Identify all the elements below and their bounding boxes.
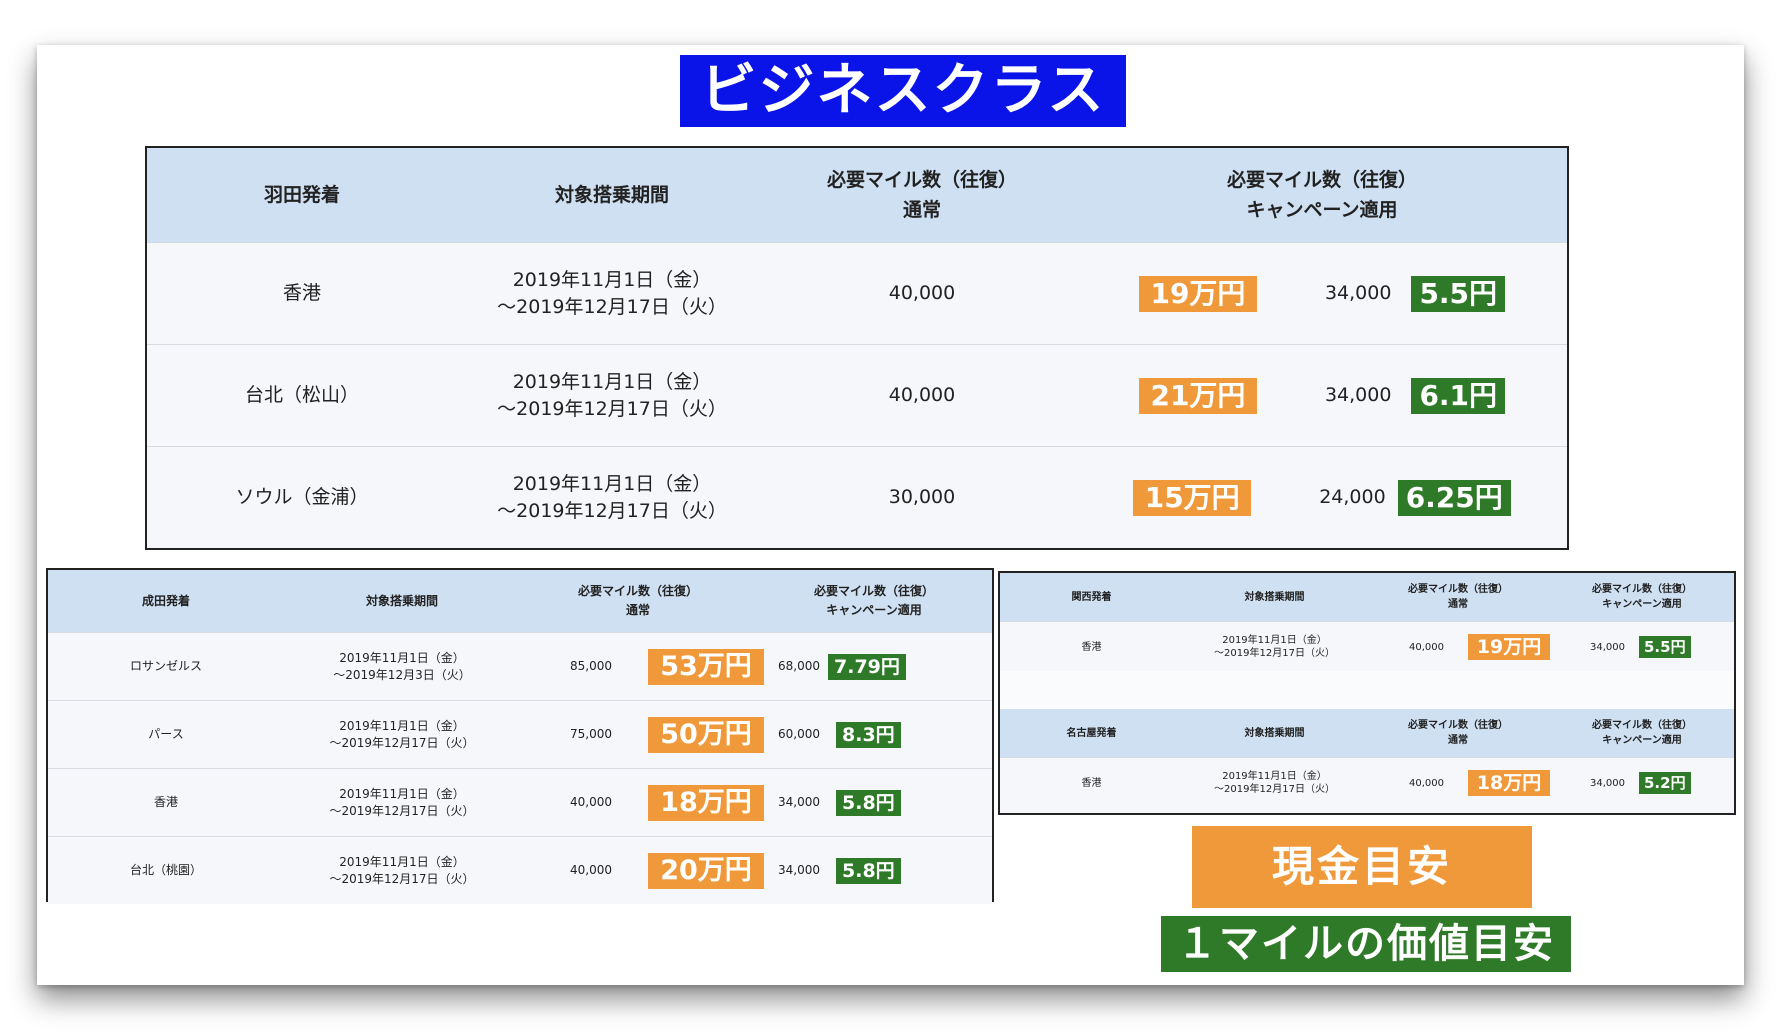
header-period: 対象搭乗期間 — [457, 148, 767, 243]
table-header-row: 名古屋発着 対象搭乗期間 必要マイル数（往復） 通常 必要マイル数（往復） キャンペ… — [1000, 709, 1734, 758]
campaign-miles: 34,000 — [778, 795, 820, 809]
destination: 香港 — [48, 768, 284, 837]
mile-value-badge: 6.25円 — [1397, 479, 1511, 516]
header-period: 対象搭乗期間 — [1183, 573, 1366, 622]
header-origin: 名古屋発着 — [1000, 709, 1183, 758]
table-row: 台北（桃園） 2019年11月1日（金） ～2019年12月17日（火） 40,0… — [48, 836, 992, 904]
campaign-miles: 34,000 — [778, 863, 820, 877]
narita-table: 成田発着 対象搭乗期間 必要マイル数（往復） 通常 必要マイル数（往復） キャンペー… — [48, 570, 992, 904]
mile-value-badge: 5.2円 — [1639, 772, 1691, 794]
campaign-miles: 34,000 — [1590, 777, 1625, 789]
table-header-row: 羽田発着 対象搭乗期間 必要マイル数（往復） 通常 必要マイル数（往復） キャンペー… — [147, 148, 1567, 243]
period: 2019年11月1日（金） ～2019年12月17日（火） — [284, 768, 520, 837]
header-campaign-miles: 必要マイル数（往復） キャンペーン適用 — [756, 570, 992, 633]
period: 2019年11月1日（金） ～2019年12月3日（火） — [284, 632, 520, 701]
title-banner: ビジネスクラス — [680, 55, 1126, 127]
cash-price-badge: 53万円 — [648, 648, 764, 685]
normal-miles: 40,000 — [1409, 777, 1444, 789]
normal-miles: 40,000 — [1409, 641, 1444, 653]
campaign-miles: 34,000 — [1324, 384, 1392, 406]
header-normal-miles: 必要マイル数（往復） 通常 — [520, 570, 756, 633]
campaign-miles: 34,000 — [1590, 641, 1625, 653]
mile-value-badge: 5.5円 — [1411, 275, 1506, 312]
table-row: ロサンゼルス 2019年11月1日（金） ～2019年12月3日（火） 85,00… — [48, 632, 992, 701]
destination: 香港 — [147, 242, 457, 345]
period: 2019年11月1日（金） ～2019年12月17日（火） — [1183, 757, 1366, 808]
table-row: ソウル（金浦） 2019年11月1日（金） ～2019年12月17日（火） 30,… — [147, 446, 1567, 548]
normal-miles: 30,000 — [767, 446, 1077, 548]
normal-miles: 40,000 — [570, 795, 612, 809]
header-normal-miles: 必要マイル数（往復） 通常 — [1366, 573, 1550, 622]
cash-price-badge: 20万円 — [648, 852, 764, 889]
cash-price-badge: 21万円 — [1138, 377, 1257, 414]
table-row: 香港 2019年11月1日（金） ～2019年12月17日（火） 40,000 19… — [1000, 621, 1734, 672]
header-normal-miles: 必要マイル数（往復） 通常 — [1366, 709, 1550, 758]
destination: 台北（桃園） — [48, 836, 284, 904]
kansai-table: 関西発着 対象搭乗期間 必要マイル数（往復） 通常 必要マイル数（往復） キャンペー… — [1000, 573, 1734, 672]
narita-table-panel: 成田発着 対象搭乗期間 必要マイル数（往復） 通常 必要マイル数（往復） キャンペー… — [46, 568, 994, 904]
normal-miles: 40,000 — [570, 863, 612, 877]
normal-miles: 85,000 — [570, 659, 612, 673]
period: 2019年11月1日（金） ～2019年12月17日（火） — [284, 700, 520, 769]
period: 2019年11月1日（金） ～2019年12月17日（火） — [284, 836, 520, 904]
slide-canvas: ビジネスクラス 羽田発着 対象搭乗期間 必要マイル数（往復） 通常 必要マイル数（… — [37, 45, 1744, 985]
cash-price-badge: 19万円 — [1138, 275, 1257, 312]
campaign-miles: 24,000 — [1319, 486, 1386, 508]
mile-value-badge: 7.79円 — [828, 653, 906, 680]
header-period: 対象搭乗期間 — [1183, 709, 1366, 758]
period: 2019年11月1日（金） ～2019年12月17日（火） — [457, 344, 767, 447]
mile-value-badge: 5.8円 — [836, 789, 901, 816]
nagoya-table: 名古屋発着 対象搭乗期間 必要マイル数（往復） 通常 必要マイル数（往復） キャンペ… — [1000, 709, 1734, 808]
table-row: 台北（松山） 2019年11月1日（金） ～2019年12月17日（火） 40,0… — [147, 344, 1567, 447]
header-origin: 関西発着 — [1000, 573, 1183, 622]
destination: 香港 — [1000, 621, 1183, 672]
destination: ロサンゼルス — [48, 632, 284, 701]
mile-value-badge: 5.5円 — [1639, 636, 1691, 658]
campaign-miles: 34,000 — [1324, 282, 1392, 304]
mile-value-badge: 6.1円 — [1411, 377, 1506, 414]
destination: 香港 — [1000, 757, 1183, 808]
mile-value-badge: 8.3円 — [836, 721, 901, 748]
legend-cash-estimate: 現金目安 — [1192, 826, 1532, 908]
cash-price-badge: 18万円 — [648, 784, 764, 821]
table-row: 香港 2019年11月1日（金） ～2019年12月17日（火） 40,000 18… — [1000, 757, 1734, 808]
table-row: 香港 2019年11月1日（金） ～2019年12月17日（火） 40,000 18… — [48, 768, 992, 837]
campaign-miles: 60,000 — [778, 727, 820, 741]
table-header-row: 関西発着 対象搭乗期間 必要マイル数（往復） 通常 必要マイル数（往復） キャンペー… — [1000, 573, 1734, 622]
header-campaign-miles: 必要マイル数（往復） キャンペーン適用 — [1550, 709, 1734, 758]
table-header-row: 成田発着 対象搭乗期間 必要マイル数（往復） 通常 必要マイル数（往復） キャンペー… — [48, 570, 992, 633]
cash-price-badge: 18万円 — [1468, 770, 1550, 796]
table-gap — [1000, 671, 1734, 709]
destination: 台北（松山） — [147, 344, 457, 447]
header-period: 対象搭乗期間 — [284, 570, 520, 633]
header-origin: 羽田発着 — [147, 148, 457, 243]
normal-miles: 40,000 — [767, 344, 1077, 447]
legend-mile-value: １マイルの価値目安 — [1161, 916, 1571, 972]
mile-value-badge: 5.8円 — [836, 857, 901, 884]
period: 2019年11月1日（金） ～2019年12月17日（火） — [457, 446, 767, 548]
cash-price-badge: 15万円 — [1133, 479, 1252, 516]
normal-miles: 75,000 — [570, 727, 612, 741]
header-campaign-miles: 必要マイル数（往復） キャンペーン適用 — [1077, 148, 1567, 243]
period: 2019年11月1日（金） ～2019年12月17日（火） — [1183, 621, 1366, 672]
table-row: パース 2019年11月1日（金） ～2019年12月17日（火） 75,000 5… — [48, 700, 992, 769]
table-row: 香港 2019年11月1日（金） ～2019年12月17日（火） 40,000 1… — [147, 242, 1567, 345]
header-normal-miles: 必要マイル数（往復） 通常 — [767, 148, 1077, 243]
header-origin: 成田発着 — [48, 570, 284, 633]
haneda-table-panel: 羽田発着 対象搭乗期間 必要マイル数（往復） 通常 必要マイル数（往復） キャンペー… — [145, 146, 1569, 550]
header-campaign-miles: 必要マイル数（往復） キャンペーン適用 — [1550, 573, 1734, 622]
destination: パース — [48, 700, 284, 769]
cash-price-badge: 19万円 — [1468, 634, 1550, 660]
normal-miles: 40,000 — [767, 242, 1077, 345]
kansai-nagoya-panel: 関西発着 対象搭乗期間 必要マイル数（往復） 通常 必要マイル数（往復） キャンペー… — [998, 571, 1736, 815]
period: 2019年11月1日（金） ～2019年12月17日（火） — [457, 242, 767, 345]
cash-price-badge: 50万円 — [648, 716, 764, 753]
haneda-table: 羽田発着 対象搭乗期間 必要マイル数（往復） 通常 必要マイル数（往復） キャンペー… — [147, 148, 1567, 548]
destination: ソウル（金浦） — [147, 446, 457, 548]
campaign-miles: 68,000 — [778, 659, 820, 673]
